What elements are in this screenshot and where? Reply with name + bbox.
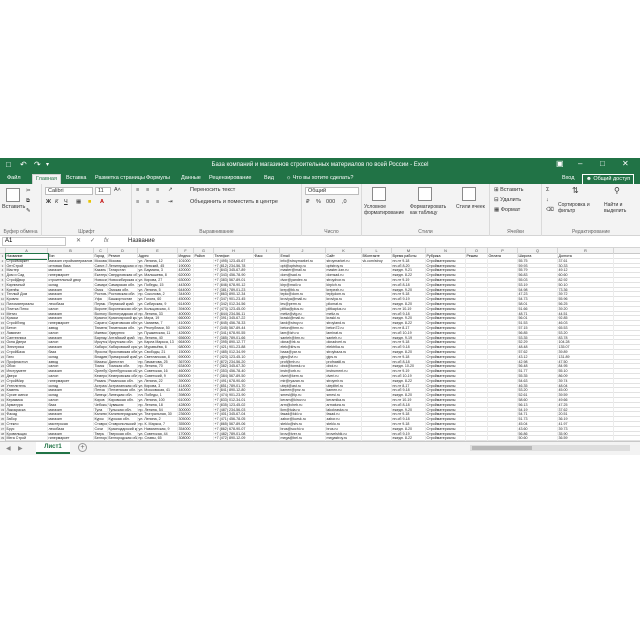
align-bottom-icon[interactable]: ≡ [156, 187, 159, 194]
close-icon[interactable]: ✕ [622, 159, 629, 169]
tab-file[interactable]: Файл [4, 174, 24, 184]
number-format-select[interactable]: Общий [305, 187, 359, 195]
borders-icon[interactable]: ▦ [76, 199, 81, 206]
maximize-icon[interactable]: □ [600, 159, 605, 169]
font-group-label: Шрифт [78, 229, 95, 235]
font-size-select[interactable]: 11 [95, 187, 111, 195]
formula-bar: A1 ✕ ✓ fx Название [0, 236, 640, 248]
clipboard-group-label: Буфер обмена [3, 229, 38, 235]
styles-group-label: Стили [418, 229, 433, 235]
orientation-icon[interactable]: ↗ [168, 187, 173, 194]
find-icon[interactable]: ⚲ [614, 187, 620, 195]
editing-group-label: Редактирование [571, 229, 611, 235]
format-painter-icon[interactable]: ✎ [26, 208, 31, 215]
merge-center-button[interactable]: Объединить и поместить в центре [190, 199, 278, 206]
next-sheet-icon[interactable]: ▶ [18, 445, 23, 452]
clipboard-group: Вставить ✂ ⧉ ✎ Буфер обмена [0, 184, 42, 236]
indent-icon[interactable]: ⇥ [168, 199, 173, 206]
conditional-format-icon[interactable] [372, 187, 386, 201]
tab-page-layout[interactable]: Разметка страницы [92, 174, 148, 184]
tab-insert[interactable]: Вставка [63, 174, 89, 184]
paste-button[interactable]: Вставить [2, 204, 25, 211]
paste-icon[interactable] [6, 188, 20, 202]
window-title: База компаний и магазинов строительных м… [211, 162, 429, 168]
cut-icon[interactable]: ✂ [26, 188, 31, 195]
user-icon: ☻ [586, 176, 592, 182]
format-cells-button[interactable]: ▦ Формат [494, 207, 520, 214]
fx-icon[interactable]: fx [104, 237, 109, 246]
grow-font-icon[interactable]: A˄ [114, 187, 121, 194]
sign-in-link[interactable]: Вход [562, 174, 574, 183]
delete-cells-button[interactable]: ⊟ Удалить [494, 197, 521, 204]
tell-me-box[interactable]: ☼ Что вы хотите сделать? [286, 174, 353, 183]
bold-button[interactable]: Ж [46, 199, 51, 206]
number-group: Общий ₽ % 000 ,0 Число [302, 184, 362, 236]
cells-group-label: Ячейки [507, 229, 524, 235]
align-top-icon[interactable]: ≡ [136, 187, 139, 194]
cell-styles-icon[interactable] [462, 187, 476, 201]
copy-icon[interactable]: ⧉ [26, 198, 30, 205]
spreadsheet-grid: ABCDEFGHIJKLMNOPQR 1 Название Тип Город Реги… [0, 248, 640, 441]
find-select-button[interactable]: Найти и выделить [604, 202, 638, 214]
format-as-table-button[interactable]: Форматировать как таблицу [410, 204, 452, 216]
clear-icon[interactable]: ⌫ [546, 207, 554, 214]
sort-icon[interactable]: ⇅ [572, 187, 579, 195]
minimize-icon[interactable]: – [578, 159, 582, 169]
add-sheet-icon[interactable]: + [78, 443, 87, 452]
tab-formulas[interactable]: Формулы [143, 174, 173, 184]
autosum-icon[interactable]: Σ [546, 187, 549, 194]
styles-group: Условное форматирование Форматировать ка… [362, 184, 490, 236]
tab-data[interactable]: Данные [178, 174, 204, 184]
cell-styles-button[interactable]: Стили ячеек [456, 204, 488, 210]
title-bar: □ ↶ ↷ ▾ База компаний и магазинов строит… [0, 158, 640, 172]
formula-input[interactable]: Название [128, 237, 155, 246]
number-group-label: Число [324, 229, 339, 235]
tab-review[interactable]: Рецензирование [206, 174, 254, 184]
prev-sheet-icon[interactable]: ◀ [6, 445, 11, 452]
horizontal-scrollbar[interactable] [470, 445, 630, 451]
tab-view[interactable]: Вид [261, 174, 277, 184]
ribbon-display-options-icon[interactable]: ▣ [556, 159, 564, 169]
align-left-icon[interactable]: ≡ [136, 199, 139, 206]
format-table-icon[interactable] [418, 187, 432, 201]
align-center-icon[interactable]: ≡ [146, 199, 149, 206]
align-middle-icon[interactable]: ≡ [146, 187, 149, 194]
font-name-select[interactable]: Calibri [45, 187, 93, 195]
font-group: Calibri 11 A˄ Ж К Ч ▦ ■ A Шрифт [42, 184, 132, 236]
enter-icon[interactable]: ✓ [90, 237, 95, 246]
tab-home[interactable]: Главная [32, 174, 61, 184]
sort-filter-button[interactable]: Сортировка и фильтр [558, 202, 598, 214]
page-background: □ ↶ ↷ ▾ База компаний и магазинов строит… [0, 0, 640, 640]
lightbulb-icon: ☼ [286, 175, 292, 181]
sheet-tab-1[interactable]: Лист1 [36, 442, 70, 454]
align-right-icon[interactable]: ≡ [156, 199, 159, 206]
insert-cells-button[interactable]: ⊞ Вставить [494, 187, 523, 194]
thousands-icon[interactable]: 000 [326, 199, 335, 206]
sheet-bar: ◀ ▶ Лист1 + [0, 441, 640, 455]
fill-color-icon[interactable]: ■ [88, 199, 91, 206]
name-box[interactable]: A1 [2, 237, 66, 246]
percent-icon[interactable]: % [316, 199, 321, 206]
italic-button[interactable]: К [55, 199, 58, 206]
ribbon: Вставить ✂ ⧉ ✎ Буфер обмена Calibri 11 A… [0, 184, 640, 236]
ribbon-tabs: Файл Главная Вставка Разметка страницы Ф… [0, 172, 640, 185]
alignment-group-label: Выравнивание [199, 229, 234, 235]
alignment-group: ≡ ≡ ≡ ↗ Переносить текст ≡ ≡ ≡ ⇥ Объедин… [132, 184, 302, 236]
font-color-icon[interactable]: A [100, 199, 104, 206]
decimal-icon[interactable]: ,0 [342, 199, 347, 206]
excel-window: □ ↶ ↷ ▾ База компаний и магазинов строит… [0, 158, 640, 455]
wrap-text-button[interactable]: Переносить текст [190, 187, 235, 194]
underline-button[interactable]: Ч [64, 199, 68, 206]
conditional-format-button[interactable]: Условное форматирование [364, 204, 406, 216]
scrollbar-thumb[interactable] [472, 446, 532, 450]
cancel-icon[interactable]: ✕ [76, 237, 81, 246]
editing-group: Σ ↓ ⌫ ⇅ Сортировка и фильтр ⚲ Найти и вы… [542, 184, 640, 236]
fill-icon[interactable]: ↓ [546, 197, 549, 204]
currency-icon[interactable]: ₽ [306, 199, 310, 206]
cells-group: ⊞ Вставить ⊟ Удалить ▦ Формат Ячейки [490, 184, 542, 236]
